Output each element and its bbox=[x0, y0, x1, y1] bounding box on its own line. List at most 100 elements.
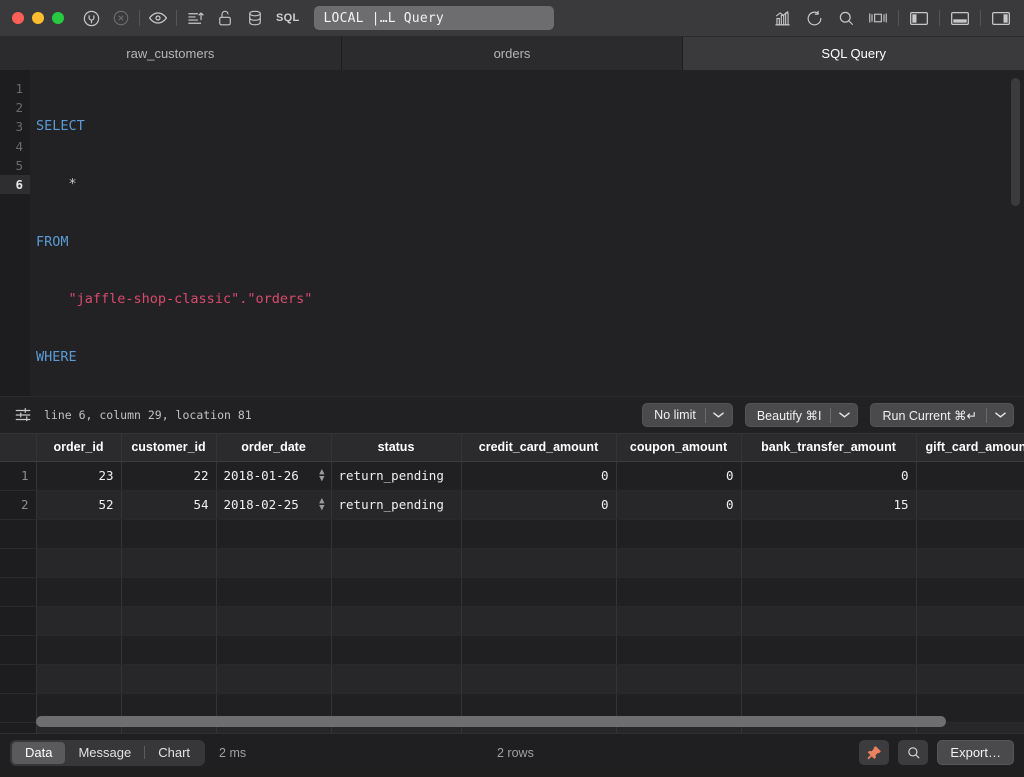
empty-cell bbox=[36, 519, 121, 548]
search-icon[interactable] bbox=[898, 740, 928, 765]
tab-message[interactable]: Message bbox=[65, 742, 144, 764]
code-line: WHERE bbox=[30, 348, 1024, 367]
tab-sql-query[interactable]: SQL Query bbox=[683, 37, 1024, 70]
cell-status[interactable]: return_pending bbox=[331, 461, 461, 490]
row-number-header bbox=[0, 434, 36, 461]
chevron-down-icon[interactable] bbox=[831, 411, 857, 419]
toolbar-divider bbox=[176, 10, 177, 26]
run-current-button[interactable]: Run Current ⌘↵ bbox=[870, 403, 1014, 427]
connection-plug-icon[interactable] bbox=[76, 4, 106, 32]
empty-cell bbox=[36, 548, 121, 577]
cell-order-date[interactable]: 2018-01-26 ▲▼ bbox=[216, 461, 331, 490]
window-title-field[interactable]: LOCAL |…L Query bbox=[314, 6, 554, 30]
presentation-icon[interactable] bbox=[863, 4, 893, 32]
close-window-button[interactable] bbox=[12, 12, 24, 24]
sliders-icon[interactable] bbox=[12, 401, 34, 429]
cell-customer-id[interactable]: 54 bbox=[121, 490, 216, 519]
pin-icon[interactable] bbox=[859, 740, 889, 765]
bottom-panel-toggle-icon[interactable] bbox=[945, 4, 975, 32]
window-controls[interactable] bbox=[0, 12, 76, 24]
line-number: 4 bbox=[0, 137, 30, 156]
cell-coupon-amount[interactable]: 0 bbox=[616, 490, 741, 519]
cell-order-id[interactable]: 52 bbox=[36, 490, 121, 519]
row-number bbox=[0, 577, 36, 606]
row-number bbox=[0, 519, 36, 548]
cell-status[interactable]: return_pending bbox=[331, 490, 461, 519]
cell-gift-card-amount[interactable]: 1 bbox=[916, 461, 1024, 490]
code-token: * bbox=[69, 176, 77, 192]
right-panel-toggle-icon[interactable] bbox=[986, 4, 1016, 32]
row-number bbox=[0, 635, 36, 664]
export-button[interactable]: Export… bbox=[937, 740, 1014, 765]
refresh-icon[interactable] bbox=[799, 4, 829, 32]
row-limit-label: No limit bbox=[643, 408, 705, 422]
line-number-active: 6 bbox=[0, 175, 30, 194]
empty-table-row bbox=[0, 606, 1024, 635]
empty-cell bbox=[461, 519, 616, 548]
chevron-down-icon[interactable] bbox=[987, 411, 1013, 419]
beautify-button[interactable]: Beautify ⌘I bbox=[745, 403, 859, 427]
column-header-customer-id[interactable]: customer_id bbox=[121, 434, 216, 461]
left-panel-toggle-icon[interactable] bbox=[904, 4, 934, 32]
code-line: "jaffle-shop-classic"."orders" bbox=[30, 290, 1024, 309]
tab-raw-customers[interactable]: raw_customers bbox=[0, 37, 342, 70]
date-stepper-icon[interactable]: ▲▼ bbox=[319, 469, 324, 483]
empty-cell bbox=[121, 664, 216, 693]
empty-cell bbox=[121, 606, 216, 635]
column-header-coupon-amount[interactable]: coupon_amount bbox=[616, 434, 741, 461]
chart-icon[interactable] bbox=[767, 4, 797, 32]
column-header-order-date[interactable]: order_date bbox=[216, 434, 331, 461]
cursor-status-text: line 6, column 29, location 81 bbox=[44, 408, 252, 422]
code-token bbox=[36, 176, 69, 192]
row-number bbox=[0, 664, 36, 693]
tab-data[interactable]: Data bbox=[12, 742, 65, 764]
unlock-icon[interactable] bbox=[210, 4, 240, 32]
results-grid[interactable]: order_id customer_id order_date status c… bbox=[0, 433, 1024, 733]
empty-cell bbox=[331, 606, 461, 635]
chevron-down-icon[interactable] bbox=[706, 411, 732, 419]
column-header-status[interactable]: status bbox=[331, 434, 461, 461]
editor-vertical-scrollbar[interactable] bbox=[1011, 78, 1020, 206]
table-header-row: order_id customer_id order_date status c… bbox=[0, 434, 1024, 461]
eye-icon[interactable] bbox=[143, 4, 173, 32]
cell-customer-id[interactable]: 22 bbox=[121, 461, 216, 490]
cell-credit-card-amount[interactable]: 0 bbox=[461, 461, 616, 490]
empty-cell bbox=[216, 548, 331, 577]
tab-chart[interactable]: Chart bbox=[145, 742, 203, 764]
table-row[interactable]: 1 23 22 2018-01-26 ▲▼ return_pending 0 0… bbox=[0, 461, 1024, 490]
row-limit-dropdown[interactable]: No limit bbox=[642, 403, 733, 427]
empty-cell bbox=[916, 548, 1024, 577]
column-header-bank-transfer-amount[interactable]: bank_transfer_amount bbox=[741, 434, 916, 461]
column-header-gift-card-amount[interactable]: gift_card_amount bbox=[916, 434, 1024, 461]
minimize-window-button[interactable] bbox=[32, 12, 44, 24]
scrollbar-thumb[interactable] bbox=[36, 716, 946, 727]
column-header-credit-card-amount[interactable]: credit_card_amount bbox=[461, 434, 616, 461]
stop-circle-icon[interactable] bbox=[106, 4, 136, 32]
cell-order-date[interactable]: 2018-02-25 ▲▼ bbox=[216, 490, 331, 519]
column-header-order-id[interactable]: order_id bbox=[36, 434, 121, 461]
maximize-window-button[interactable] bbox=[52, 12, 64, 24]
results-horizontal-scrollbar[interactable] bbox=[36, 716, 1024, 727]
cell-order-id[interactable]: 23 bbox=[36, 461, 121, 490]
database-icon[interactable] bbox=[240, 4, 270, 32]
code-token: "orders" bbox=[247, 291, 312, 307]
cell-coupon-amount[interactable]: 0 bbox=[616, 461, 741, 490]
editor-gutter: 1 2 3 4 5 6 bbox=[0, 70, 30, 396]
empty-cell bbox=[741, 548, 916, 577]
date-stepper-icon[interactable]: ▲▼ bbox=[319, 498, 324, 512]
cell-bank-transfer-amount[interactable]: 0 bbox=[741, 461, 916, 490]
cell-credit-card-amount[interactable]: 0 bbox=[461, 490, 616, 519]
cell-gift-card-amount[interactable] bbox=[916, 490, 1024, 519]
bottom-right-actions: Export… bbox=[859, 740, 1014, 765]
empty-cell bbox=[331, 548, 461, 577]
sql-editor[interactable]: 1 2 3 4 5 6 SELECT * FROM "jaffle-shop-c… bbox=[0, 70, 1024, 396]
line-number: 1 bbox=[0, 79, 30, 98]
table-row[interactable]: 2 52 54 2018-02-25 ▲▼ return_pending 0 0… bbox=[0, 490, 1024, 519]
cell-bank-transfer-amount[interactable]: 15 bbox=[741, 490, 916, 519]
tab-orders[interactable]: orders bbox=[342, 37, 684, 70]
code-token: FROM bbox=[36, 234, 69, 250]
sort-export-icon[interactable] bbox=[180, 4, 210, 32]
search-icon[interactable] bbox=[831, 4, 861, 32]
editor-code-area[interactable]: SELECT * FROM "jaffle-shop-classic"."ord… bbox=[30, 70, 1024, 396]
empty-cell bbox=[616, 664, 741, 693]
